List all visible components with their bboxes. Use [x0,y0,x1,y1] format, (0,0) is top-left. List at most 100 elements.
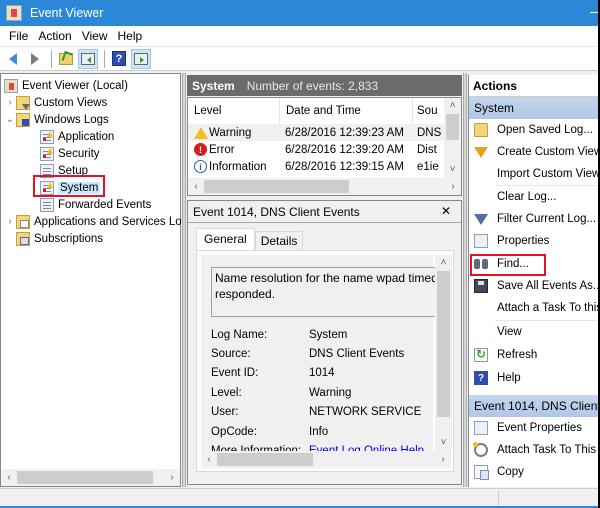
action-label: Filter Current Log... [497,213,597,225]
console-tree: Event Viewer (Local) › Custom Views ⌄ Wi… [0,73,182,487]
action-copy[interactable]: Copy [469,461,598,483]
actions-section-system[interactable]: System [469,97,598,119]
filter-icon [474,213,488,225]
show-hide-action-pane-button[interactable] [131,48,151,69]
events-vertical-scrollbar[interactable]: ˄ ˅ [444,98,461,178]
chevron-down-icon[interactable]: ⌄ [4,114,16,125]
action-view[interactable]: View [469,321,598,343]
scroll-thumb[interactable] [217,453,313,466]
scroll-right-icon[interactable]: › [164,472,180,483]
scroll-right-icon[interactable]: › [445,181,461,192]
scroll-down-icon[interactable]: ˅ [444,162,461,178]
scroll-thumb[interactable] [204,180,349,193]
scroll-thumb[interactable] [437,271,450,417]
tree-label: Event Viewer (Local) [22,79,128,92]
event-level: Error [209,143,235,156]
event-row[interactable]: i Information 6/28/2016 12:39:15 AM e1ie [188,158,446,175]
tree-item-subscriptions[interactable]: Subscriptions [16,230,103,247]
action-attach-task-to-event[interactable]: Attach Task To This Event... [469,439,598,461]
events-horizontal-scrollbar[interactable]: ‹ › [188,178,461,195]
console-tree-icon [81,52,95,65]
scroll-left-icon[interactable]: ‹ [188,181,204,192]
action-save-all-events-as[interactable]: Save All Events As... [469,275,598,297]
field-value: NETWORK SERVICE [309,405,422,418]
action-label: Import Custom View... [497,168,598,180]
tab-details[interactable]: Details [254,231,304,250]
chevron-right-icon[interactable]: › [4,216,16,227]
field-value: System [309,328,348,341]
error-icon: ! [194,143,207,156]
blank-icon [474,190,488,204]
event-message[interactable]: Name resolution for the name wpad timed … [211,267,441,317]
information-icon: i [194,160,207,173]
forward-button[interactable] [25,49,45,69]
action-attach-task-to-log[interactable]: Attach a Task To this Log... [469,297,598,319]
event-source: Dist [417,143,437,156]
action-label: Save All Events As... [497,280,598,292]
scroll-thumb[interactable] [17,471,153,484]
subscriptions-folder-icon [16,231,30,246]
action-filter-current-log[interactable]: Filter Current Log... [469,208,598,230]
column-header-date-time[interactable]: Date and Time [280,98,413,124]
minimize-button[interactable] [590,12,598,13]
action-open-saved-log[interactable]: Open Saved Log... [469,119,598,141]
forward-arrow-icon [31,52,39,65]
event-row[interactable]: Warning 6/28/2016 12:39:23 AM DNS [188,124,446,141]
action-help[interactable]: ? Help [469,367,598,389]
event-source: DNS [417,126,442,139]
tree-horizontal-scrollbar[interactable]: ‹ › [1,469,180,486]
scroll-up-icon[interactable]: ˄ [435,255,452,271]
scroll-left-icon[interactable]: ‹ [201,454,217,465]
pane-splitter-right[interactable] [463,73,467,487]
action-clear-log[interactable]: Clear Log... [469,186,598,208]
scroll-up-icon[interactable]: ˄ [444,98,461,114]
menu-file[interactable]: File [4,29,33,43]
action-properties[interactable]: Properties [469,230,598,252]
tree-item-application[interactable]: Application [40,128,114,145]
menu-action[interactable]: Action [33,29,76,43]
actions-section-event[interactable]: Event 1014, DNS Client Events [469,395,598,417]
event-level: Information [209,160,267,173]
action-create-custom-view[interactable]: Create Custom View... [469,141,598,163]
event-row[interactable]: ! Error 6/28/2016 12:39:20 AM Dist [188,141,446,158]
pane-splitter-left[interactable] [182,73,186,487]
detail-tabs: General Details [196,228,304,250]
tree-item-security[interactable]: Security [40,145,100,162]
event-properties-icon [474,421,488,435]
tree-item-windows-logs[interactable]: ⌄ Windows Logs [4,111,109,128]
event-detail-title: Event 1014, DNS Client Events [188,201,461,223]
up-one-level-button[interactable] [56,49,76,69]
scroll-thumb[interactable] [446,114,459,140]
scroll-right-icon[interactable]: › [435,454,451,465]
action-refresh[interactable]: Refresh [469,344,598,366]
show-hide-console-tree-button[interactable] [78,48,98,69]
actions-pane: Actions System Open Saved Log... Create … [468,75,598,487]
menu-help[interactable]: Help [113,29,148,43]
copy-icon [474,465,489,480]
action-event-properties[interactable]: Event Properties [469,417,598,439]
action-label: Attach Task To This Event... [497,444,598,456]
detail-vertical-scrollbar[interactable]: ˄ ˅ [435,255,452,451]
tree-item-forwarded-events[interactable]: Forwarded Events [40,196,151,213]
scroll-down-icon[interactable]: ˅ [435,435,452,451]
menu-view[interactable]: View [77,29,113,43]
back-button[interactable] [3,49,23,69]
blank-icon [474,325,488,339]
detail-horizontal-scrollbar[interactable]: ‹ › [201,451,451,468]
column-header-level[interactable]: Level [188,98,280,124]
tree-item-event-viewer-local[interactable]: Event Viewer (Local) [4,77,128,94]
log-warning-icon [40,146,54,161]
warning-icon [193,126,208,139]
action-label: Copy [497,466,524,478]
tab-general[interactable]: General [196,228,255,250]
tree-item-applications-and-services[interactable]: › Applications and Services Lo [4,213,182,230]
chevron-right-icon[interactable]: › [4,97,16,108]
close-icon[interactable]: ✕ [441,204,451,218]
tree-label: Security [58,147,100,160]
scroll-left-icon[interactable]: ‹ [1,472,17,483]
tree-item-custom-views[interactable]: › Custom Views [4,94,107,111]
help-button[interactable]: ? [109,49,129,69]
column-header-source[interactable]: Sou [413,98,446,124]
action-import-custom-view[interactable]: Import Custom View... [469,163,598,185]
log-header: System Number of events: 2,833 [187,75,462,96]
